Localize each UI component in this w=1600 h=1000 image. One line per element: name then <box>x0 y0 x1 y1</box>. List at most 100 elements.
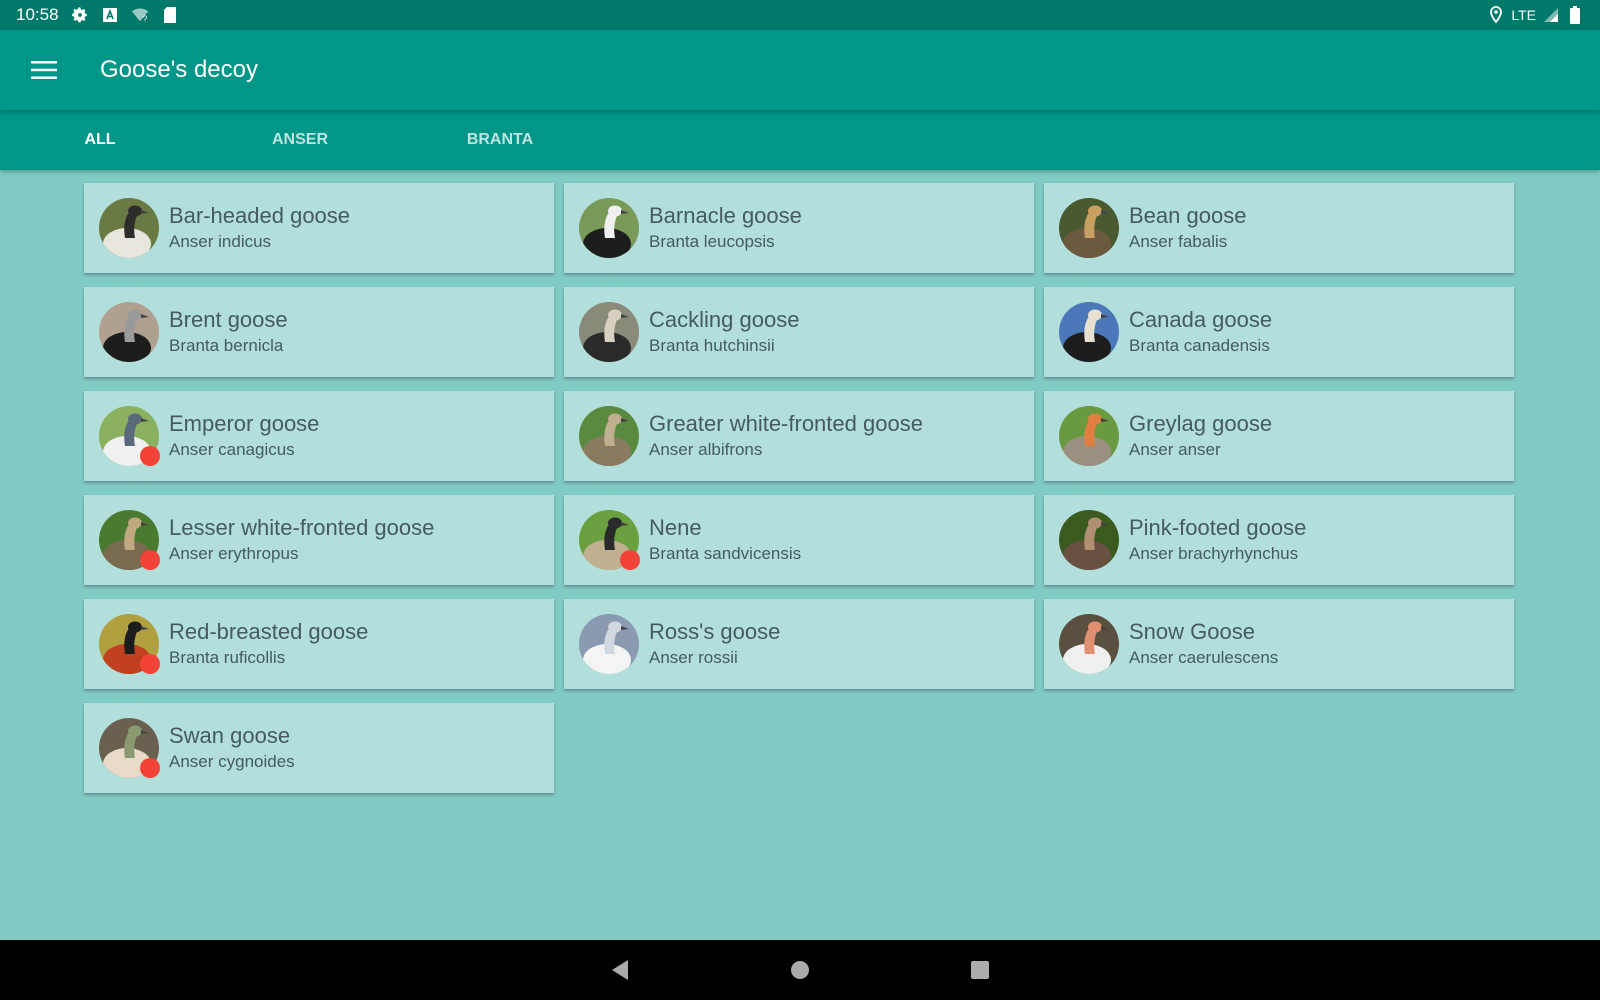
goose-latin-name: Anser rossii <box>649 648 738 667</box>
goose-avatar <box>579 406 639 466</box>
goose-card[interactable]: Red-breasted goose Branta ruficollis <box>84 599 554 689</box>
goose-avatar <box>1059 510 1119 570</box>
location-icon <box>1487 6 1505 24</box>
goose-latin-name: Branta leucopsis <box>649 232 775 251</box>
goose-photo <box>1059 614 1119 674</box>
network-type: LTE <box>1511 7 1536 23</box>
tab-bar: ALL ANSER BRANTA <box>0 110 1600 170</box>
red-status-badge <box>140 550 160 570</box>
system-nav-bar <box>0 940 1600 1000</box>
signal-icon <box>1542 6 1560 24</box>
goose-avatar <box>579 510 640 570</box>
goose-latin-name: Branta sandvicensis <box>649 544 802 563</box>
status-time: 10:58 <box>16 5 59 24</box>
goose-latin-name: Anser albifrons <box>649 440 763 459</box>
goose-card[interactable]: Emperor goose Anser canagicus <box>84 391 554 481</box>
goose-common-name: Lesser white-fronted goose <box>169 515 435 540</box>
tab-label: BRANTA <box>466 131 534 148</box>
goose-latin-name: Anser brachyrhynchus <box>1129 544 1299 563</box>
red-status-badge <box>140 446 160 466</box>
goose-card[interactable]: Nene Branta sandvicensis <box>564 495 1034 585</box>
goose-latin-name: Anser caerulescens <box>1129 648 1279 667</box>
goose-avatar <box>579 302 639 362</box>
goose-card[interactable]: Canada goose Branta canadensis <box>1044 287 1514 377</box>
svg-text:?: ? <box>142 14 147 23</box>
goose-grid: Bar-headed goose Anser indicus Barnacle g… <box>84 183 1516 793</box>
goose-avatar <box>579 198 639 258</box>
goose-card[interactable]: Bean goose Anser fabalis <box>1044 183 1514 273</box>
goose-common-name: Ross's goose <box>649 619 781 644</box>
goose-photo <box>1059 510 1119 570</box>
goose-card[interactable]: Cackling goose Branta hutchinsii <box>564 287 1034 377</box>
red-status-badge <box>140 654 160 674</box>
goose-latin-name: Anser anser <box>1129 440 1221 459</box>
goose-common-name: Barnacle goose <box>649 203 802 228</box>
goose-latin-name: Branta ruficollis <box>169 648 286 667</box>
app-title: Goose's decoy <box>100 56 259 83</box>
goose-photo <box>579 302 639 362</box>
goose-latin-name: Branta hutchinsii <box>649 336 775 355</box>
tab-branta[interactable]: BRANTA <box>400 110 600 170</box>
wifi-question-icon: ? <box>131 6 149 24</box>
tab-label: ALL <box>84 131 116 148</box>
goose-avatar <box>1059 614 1119 674</box>
goose-card[interactable]: Lesser white-fronted goose Anser erythrop… <box>84 495 554 585</box>
red-status-badge <box>140 758 160 778</box>
goose-card[interactable]: Greater white-fronted goose Anser albifro… <box>564 391 1034 481</box>
goose-card[interactable]: Brent goose Branta bernicla <box>84 287 554 377</box>
goose-common-name: Canada goose <box>1129 307 1273 332</box>
hamburger-menu-icon <box>31 61 57 79</box>
goose-photo <box>579 406 639 466</box>
home-circle-icon <box>791 961 809 979</box>
goose-card[interactable]: Pink-footed goose Anser brachyrhynchus <box>1044 495 1514 585</box>
goose-common-name: Greylag goose <box>1129 411 1273 436</box>
a-box-icon <box>101 6 119 24</box>
menu-button[interactable] <box>20 46 68 94</box>
goose-card[interactable]: Snow Goose Anser caerulescens <box>1044 599 1514 689</box>
goose-common-name: Emperor goose <box>169 411 320 436</box>
goose-avatar <box>1059 198 1119 258</box>
goose-photo <box>99 198 159 258</box>
goose-avatar <box>99 510 160 570</box>
goose-latin-name: Anser indicus <box>169 232 272 251</box>
goose-card[interactable]: Barnacle goose Branta leucopsis <box>564 183 1034 273</box>
goose-avatar <box>1059 302 1119 362</box>
recents-button[interactable] <box>960 950 1000 990</box>
recents-square-icon <box>971 961 989 979</box>
red-status-badge <box>620 550 640 570</box>
goose-photo <box>579 198 639 258</box>
goose-common-name: Bar-headed goose <box>169 203 351 228</box>
tab-label: ANSER <box>271 131 328 148</box>
goose-latin-name: Branta canadensis <box>1129 336 1270 355</box>
goose-common-name: Greater white-fronted goose <box>649 411 923 436</box>
goose-common-name: Snow Goose <box>1129 619 1255 644</box>
goose-common-name: Swan goose <box>169 723 291 748</box>
goose-card[interactable]: Bar-headed goose Anser indicus <box>84 183 554 273</box>
status-bar: 10:58 ? LTE <box>0 0 1600 30</box>
goose-latin-name: Anser canagicus <box>169 440 295 459</box>
goose-latin-name: Anser fabalis <box>1129 232 1228 251</box>
battery-icon <box>1566 6 1584 24</box>
goose-avatar <box>99 718 160 778</box>
goose-latin-name: Anser erythropus <box>169 544 299 563</box>
goose-latin-name: Branta bernicla <box>169 336 284 355</box>
goose-avatar <box>99 614 160 674</box>
tab-anser[interactable]: ANSER <box>200 110 400 170</box>
goose-common-name: Cackling goose <box>649 307 800 332</box>
back-triangle-icon <box>612 960 628 980</box>
tab-all[interactable]: ALL <box>0 110 200 170</box>
goose-photo <box>579 614 639 674</box>
goose-photo <box>1059 198 1119 258</box>
goose-card[interactable]: Swan goose Anser cygnoides <box>84 703 554 793</box>
goose-card[interactable]: Greylag goose Anser anser <box>1044 391 1514 481</box>
goose-photo <box>99 302 159 362</box>
home-button[interactable] <box>780 950 820 990</box>
goose-card[interactable]: Ross's goose Anser rossii <box>564 599 1034 689</box>
back-button[interactable] <box>600 950 640 990</box>
goose-common-name: Pink-footed goose <box>1129 515 1307 540</box>
goose-common-name: Red-breasted goose <box>169 619 369 644</box>
goose-avatar <box>99 198 159 258</box>
goose-photo <box>1059 302 1119 362</box>
goose-avatar <box>99 406 160 466</box>
goose-latin-name: Anser cygnoides <box>169 752 295 771</box>
